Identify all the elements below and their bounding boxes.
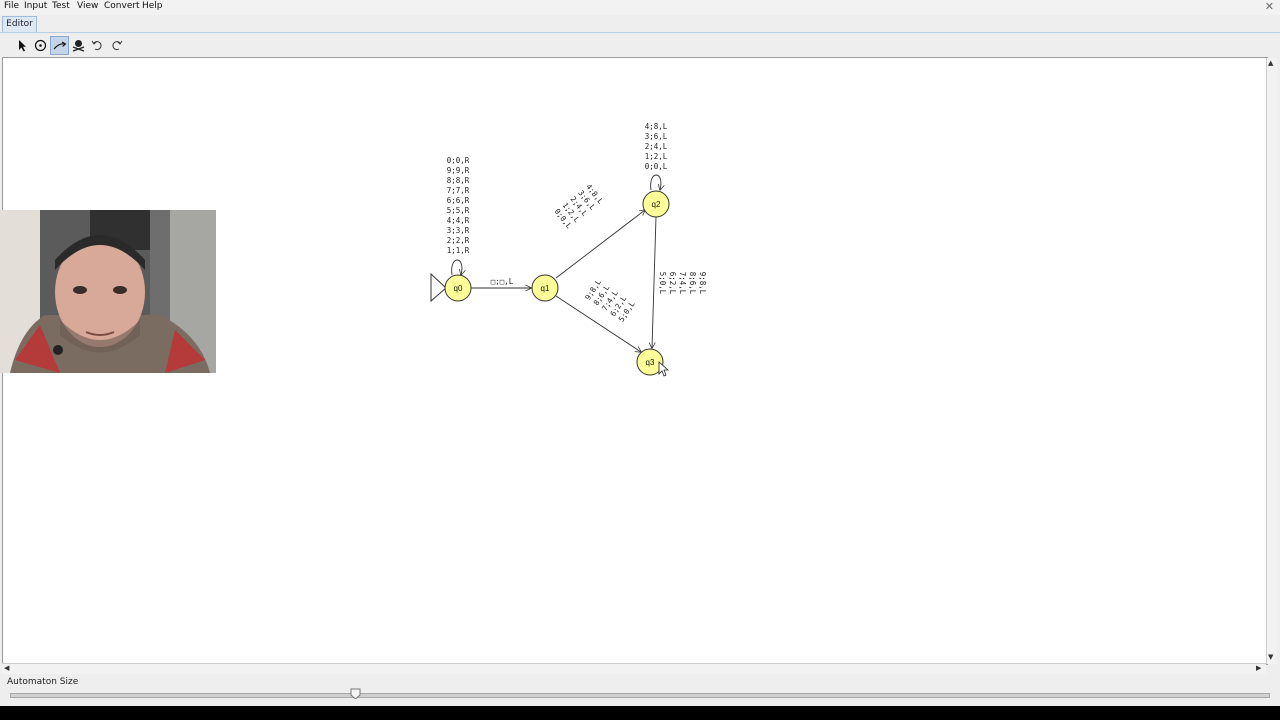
transition-label: 0;0,R: [447, 156, 470, 165]
transition-label: 5;5,R: [447, 206, 470, 215]
transition-label: 4;8,L: [645, 122, 668, 131]
transition-label: 2;4,L: [645, 142, 668, 151]
transition-label: 4;4,R: [447, 216, 470, 225]
state-q1-label: q1: [541, 284, 550, 293]
transition-label: □;□,L: [491, 277, 514, 286]
transition-label: 5;0,L: [658, 272, 667, 295]
transition-label: 7;7,R: [447, 186, 470, 195]
transition-q0-loop[interactable]: [451, 259, 462, 275]
state-q3-label: q3: [646, 358, 655, 367]
q1-q2-labels: 4;8,L 3;6,L 2;4,L 1;2,L 0;0,L: [553, 182, 606, 230]
webcam-feed: [0, 210, 216, 373]
transition-label: 6;2,L: [668, 272, 677, 295]
state-q1[interactable]: q1: [531, 274, 559, 302]
transition-label: 2;2,R: [447, 236, 470, 245]
transition-label: 8;6,L: [688, 272, 697, 295]
state-q2-label: q2: [652, 200, 661, 209]
webcam-overlay: [0, 210, 216, 373]
transition-label: 9;8,L: [698, 272, 707, 295]
transition-label: 7;4,L: [678, 272, 687, 295]
jflap-window: File Input Test View Convert Help ✕ Edit…: [0, 0, 1280, 706]
transition-label: 6;6,R: [447, 196, 470, 205]
initial-state-marker: [430, 272, 447, 303]
q0-loop-labels: 0;0,R 9;9,R 8;8,R 7;7,R 6;6,R 5;5,R 4;4,…: [447, 156, 470, 255]
transition-label: 8;8,R: [447, 176, 470, 185]
transition-label: 0;0,L: [645, 162, 668, 171]
transition-label: 1;2,L: [645, 152, 668, 161]
transition-label: 3;6,L: [645, 132, 668, 141]
q2-loop-labels: 4;8,L 3;6,L 2;4,L 1;2,L 0;0,L: [645, 122, 668, 171]
state-q0[interactable]: q0: [444, 274, 472, 302]
state-q0-label: q0: [454, 284, 463, 293]
q1-q3-labels: 9;8,L 8;6,L 7;4,L 6;2,L 5;0,L: [583, 277, 637, 323]
transition-label: 3;3,R: [447, 226, 470, 235]
transition-q2-q3[interactable]: [652, 216, 657, 348]
transition-label: 1;1,R: [447, 246, 470, 255]
q2-q3-labels: 5;0,L 6;2,L 7;4,L 8;6,L 9;8,L: [658, 272, 707, 295]
transition-label: 9;9,R: [447, 166, 470, 175]
mouse-cursor-icon: [658, 361, 670, 377]
transition-q2-loop[interactable]: [650, 174, 661, 190]
state-q2[interactable]: q2: [642, 190, 670, 218]
